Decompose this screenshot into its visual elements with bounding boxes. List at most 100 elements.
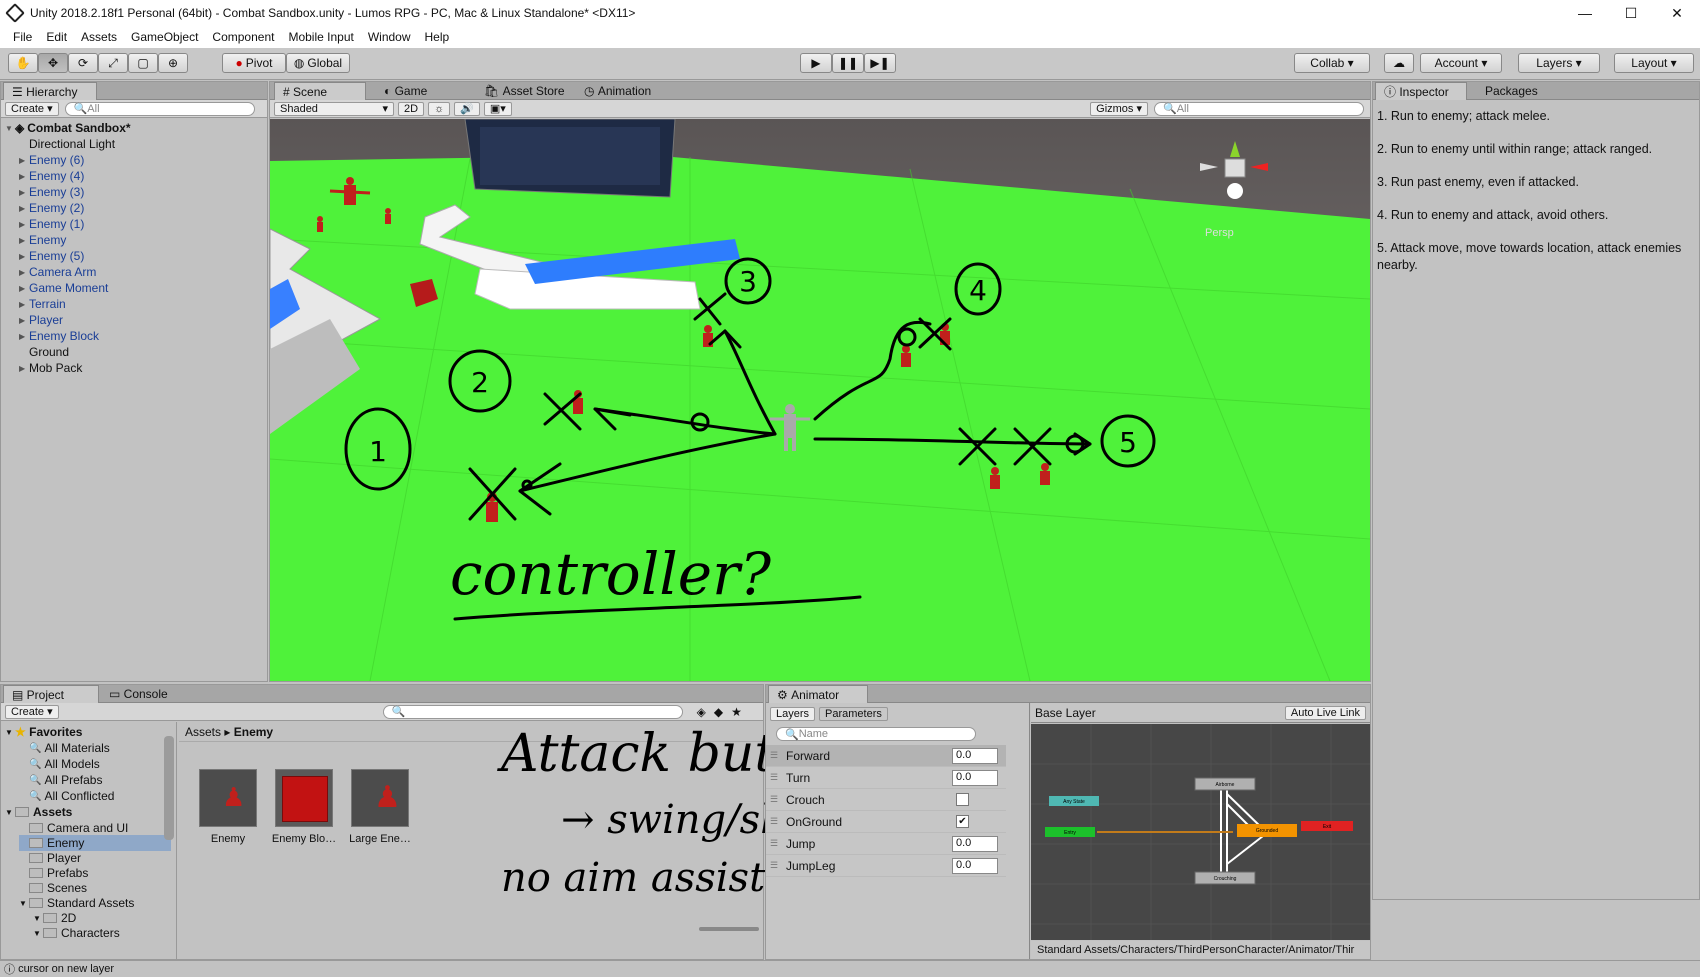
parameter-value-input[interactable]: 0.0: [952, 836, 998, 852]
hierarchy-item[interactable]: ▶ Mob Pack: [19, 360, 82, 376]
account-dropdown[interactable]: Account ▾: [1420, 53, 1502, 73]
hierarchy-item[interactable]: ▶ Player: [19, 312, 63, 328]
rect-tool-icon[interactable]: ▢: [128, 53, 158, 73]
chevron-right-icon[interactable]: ▶: [19, 172, 29, 181]
parameter-checkbox[interactable]: ✔: [956, 815, 969, 828]
assets-header[interactable]: ▼ Assets: [5, 804, 72, 820]
drag-handle-icon[interactable]: ☰: [770, 750, 778, 761]
menu-window[interactable]: Window: [361, 30, 418, 44]
layout-dropdown[interactable]: Layout ▾: [1614, 53, 1694, 73]
global-toggle[interactable]: ◍ Global: [286, 53, 350, 73]
hierarchy-item[interactable]: ▶ Enemy (4): [19, 168, 84, 184]
folder-item[interactable]: Enemy: [19, 835, 171, 851]
tab-asset-store[interactable]: 🛍 Asset Store: [476, 82, 586, 100]
chevron-right-icon[interactable]: ▶: [19, 316, 29, 325]
parameter-value-input[interactable]: 0.0: [952, 748, 998, 764]
move-tool-icon[interactable]: ✥: [38, 53, 68, 73]
hierarchy-item[interactable]: ▶ Game Moment: [19, 280, 108, 296]
parameter-search-input[interactable]: 🔍 Name: [776, 727, 976, 741]
tree-scrollbar[interactable]: [164, 736, 174, 840]
chevron-right-icon[interactable]: ▶: [19, 236, 29, 245]
menu-component[interactable]: Component: [205, 30, 281, 44]
close-button[interactable]: ✕: [1654, 0, 1700, 26]
chevron-right-icon[interactable]: ▶: [19, 188, 29, 197]
folder-item[interactable]: Camera and UI: [19, 820, 171, 836]
gizmos-dropdown[interactable]: Gizmos ▾: [1090, 101, 1148, 116]
tab-hierarchy[interactable]: ☰ Hierarchy: [3, 82, 97, 100]
folder-item[interactable]: ▼ Characters: [33, 925, 171, 941]
favorite-item[interactable]: 🔍 All Materials: [29, 740, 110, 756]
folder-item[interactable]: Scenes: [19, 880, 171, 896]
chevron-icon[interactable]: ▼: [33, 914, 43, 923]
minimize-button[interactable]: —: [1562, 0, 1608, 26]
hierarchy-search-input[interactable]: 🔍 All: [64, 101, 255, 116]
parameter-row[interactable]: ☰ Turn 0.0: [766, 767, 1006, 789]
hierarchy-item[interactable]: ▶ Camera Arm: [19, 264, 96, 280]
chevron-right-icon[interactable]: ▶: [19, 220, 29, 229]
hierarchy-item[interactable]: ▶ Enemy Block: [19, 328, 99, 344]
cloud-icon[interactable]: ☁: [1384, 53, 1414, 73]
chevron-right-icon[interactable]: ▶: [19, 268, 29, 277]
parameter-value-input[interactable]: 0.0: [952, 858, 998, 874]
hierarchy-item[interactable]: Ground: [19, 344, 69, 360]
drag-handle-icon[interactable]: ☰: [770, 772, 778, 783]
asset-large-enemy[interactable]: ♟ Large Ene…: [345, 769, 415, 845]
chevron-right-icon[interactable]: ▶: [19, 332, 29, 341]
tab-animation[interactable]: ◷ Animation: [576, 82, 686, 100]
effects-icon[interactable]: ▣▾: [483, 101, 512, 116]
hierarchy-item[interactable]: Directional Light: [19, 136, 115, 152]
drag-handle-icon[interactable]: ☰: [770, 794, 778, 805]
breadcrumb-enemy[interactable]: Enemy: [234, 725, 273, 739]
parameter-row[interactable]: ☰ Jump 0.0: [766, 833, 1006, 855]
tab-console[interactable]: ▭ Console: [101, 685, 197, 703]
project-create-button[interactable]: Create ▾: [5, 704, 59, 719]
audio-icon[interactable]: 🔊: [454, 101, 480, 116]
menu-gameobject[interactable]: GameObject: [124, 30, 205, 44]
favorite-item[interactable]: 🔍 All Conflicted: [29, 788, 114, 804]
scene-viewport[interactable]: 1 2 3 4 5 controller? Persp: [270, 119, 1370, 681]
step-button[interactable]: ▶❚: [864, 53, 896, 73]
chevron-down-icon[interactable]: ▼: [5, 124, 15, 133]
tab-parameters[interactable]: Parameters: [819, 707, 888, 721]
menu-help[interactable]: Help: [418, 30, 457, 44]
drag-handle-icon[interactable]: ☰: [770, 860, 778, 871]
parameter-row[interactable]: ☰ Crouch: [766, 789, 1006, 811]
menu-mobile-input[interactable]: Mobile Input: [281, 30, 360, 44]
maximize-button[interactable]: ☐: [1608, 0, 1654, 26]
hand-tool-icon[interactable]: ✋: [8, 53, 38, 73]
pause-button[interactable]: ❚❚: [832, 53, 864, 73]
breadcrumb-assets[interactable]: Assets: [185, 725, 221, 739]
favorite-item[interactable]: 🔍 All Models: [29, 756, 100, 772]
play-button[interactable]: ▶: [800, 53, 832, 73]
hierarchy-item[interactable]: ▶ Enemy (2): [19, 200, 84, 216]
parameter-value-input[interactable]: 0.0: [952, 770, 998, 786]
favorite-item[interactable]: 🔍 All Prefabs: [29, 772, 102, 788]
hierarchy-item[interactable]: ▶ Enemy: [19, 232, 66, 248]
chevron-right-icon[interactable]: ▶: [19, 284, 29, 293]
asset-enemy[interactable]: ♟ Enemy: [193, 769, 263, 845]
transform-tool-icon[interactable]: ⊕: [158, 53, 188, 73]
chevron-icon[interactable]: ▼: [19, 899, 29, 908]
folder-item[interactable]: ▼ 2D: [33, 910, 171, 926]
zoom-slider[interactable]: [699, 927, 759, 931]
tab-layers[interactable]: Layers: [770, 707, 816, 721]
chevron-right-icon[interactable]: ▶: [19, 300, 29, 309]
chevron-right-icon[interactable]: ▶: [19, 364, 29, 373]
scene-search-input[interactable]: 🔍 All: [1154, 101, 1364, 116]
tab-inspector[interactable]: ⓘ Inspector: [1375, 82, 1467, 100]
2d-toggle[interactable]: 2D: [398, 101, 425, 116]
hierarchy-item[interactable]: ▶ Terrain: [19, 296, 66, 312]
chevron-right-icon[interactable]: ▶: [19, 156, 29, 165]
folder-item[interactable]: Prefabs: [19, 865, 171, 881]
tab-game[interactable]: ◐ Game: [376, 82, 466, 100]
shading-dropdown[interactable]: Shaded ▾: [274, 101, 394, 116]
menu-edit[interactable]: Edit: [39, 30, 74, 44]
hierarchy-create-button[interactable]: Create ▾: [5, 101, 59, 116]
scale-tool-icon[interactable]: ⤢: [98, 53, 128, 73]
tab-project[interactable]: ▤ Project: [3, 685, 99, 703]
lighting-icon[interactable]: ☼: [428, 101, 451, 116]
chevron-right-icon[interactable]: ▶: [19, 252, 29, 261]
tab-packages[interactable]: Packages: [1477, 82, 1567, 100]
tab-animator[interactable]: ⚙ Animator: [768, 685, 868, 703]
menu-assets[interactable]: Assets: [74, 30, 124, 44]
